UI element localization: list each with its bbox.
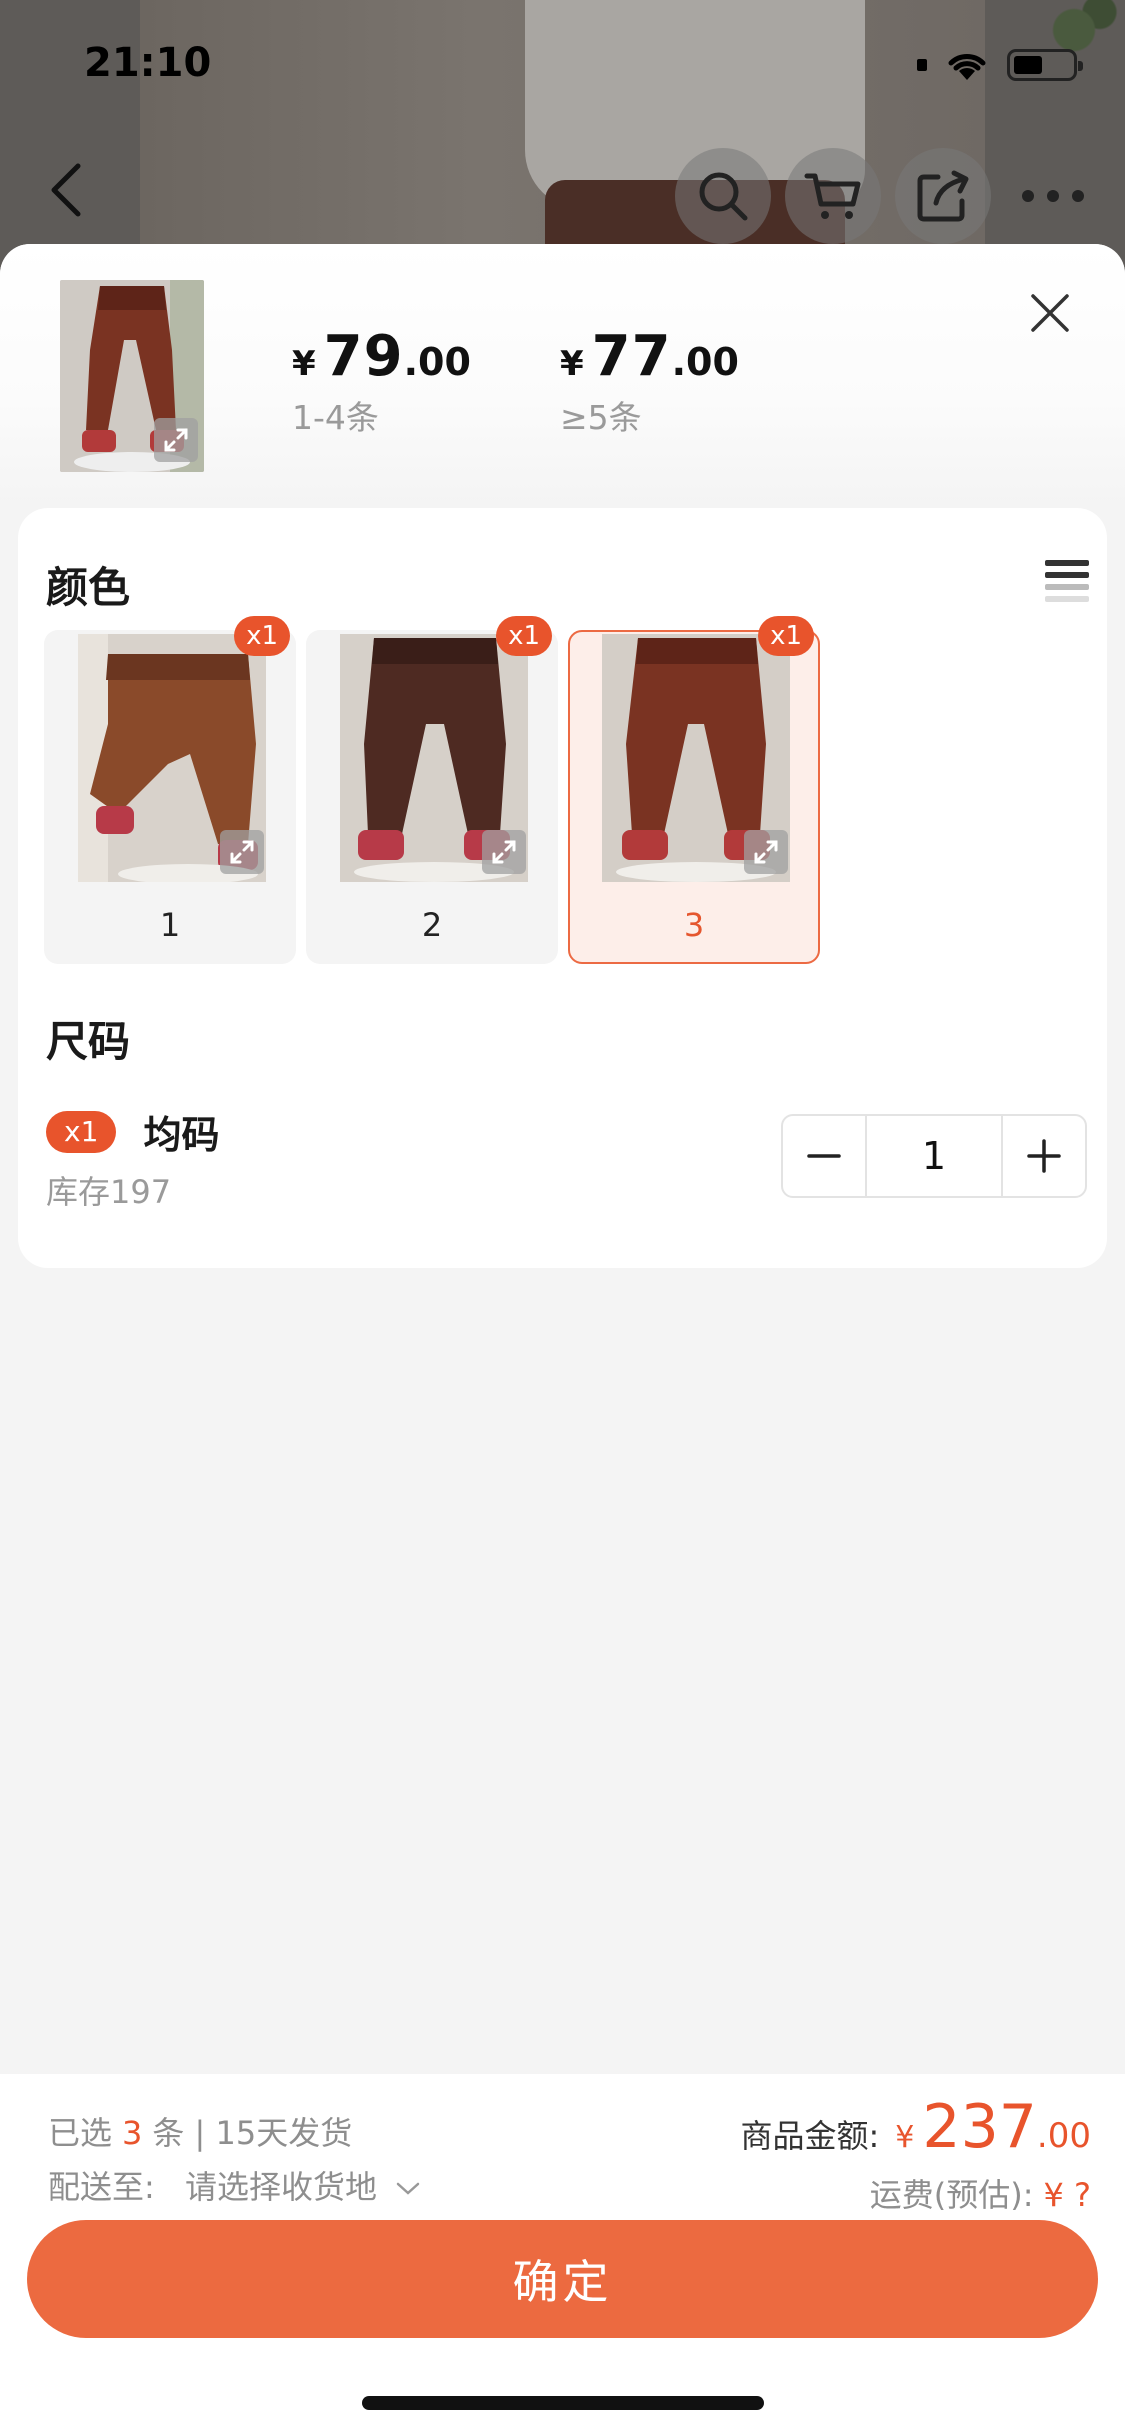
list-view-icon-line — [1045, 584, 1089, 590]
screen: 21:10 ¥ 79 .00 1-4条 ¥ 77 .00 ≥5条 颜色 x1 1… — [0, 0, 1125, 2436]
status-icons — [917, 48, 1083, 82]
color-section-title: 颜色 — [46, 563, 131, 612]
size-option: x1 均码 库存197 — [46, 1104, 220, 1213]
more-icon — [1022, 190, 1084, 202]
chevron-down-icon — [396, 2182, 420, 2195]
shipping-label: 运费(预估): — [869, 2176, 1034, 2214]
price-integer: 77 — [591, 324, 672, 389]
stock-count: 库存197 — [46, 1173, 172, 1211]
amount-currency: ¥ — [895, 2120, 915, 2155]
quantity-badge: x1 — [46, 1110, 117, 1153]
color-option-2[interactable]: x1 2 — [306, 616, 558, 964]
search-icon — [699, 172, 748, 221]
expand-image-button[interactable] — [154, 418, 198, 462]
color-option-image — [602, 634, 790, 882]
price-integer: 79 — [323, 324, 404, 389]
size-option-header: x1 均码 — [46, 1104, 220, 1159]
price-tier-1-range: 1-4条 — [292, 398, 379, 437]
amount-summary: 商品金额: ¥ 237 .00 运费(预估): ¥ ? — [741, 2092, 1092, 2216]
confirm-button[interactable]: 确定 — [27, 2220, 1098, 2338]
selected-prefix: 已选 — [48, 2114, 113, 2152]
expand-icon — [754, 840, 778, 864]
color-option-image — [340, 634, 528, 882]
signal-icon — [917, 59, 927, 71]
amount-row: 商品金额: ¥ 237 .00 — [741, 2092, 1092, 2162]
wifi-icon — [948, 54, 986, 80]
background-product-page: 21:10 — [0, 0, 1125, 280]
expand-icon — [492, 840, 516, 864]
delivery-label: 配送至: — [48, 2168, 155, 2206]
quantity-badge: x1 — [496, 616, 552, 656]
battery-icon — [1007, 49, 1083, 81]
selected-count: 3 — [122, 2114, 143, 2152]
close-icon[interactable] — [1025, 288, 1075, 338]
currency-symbol: ¥ — [560, 344, 584, 384]
cart-button[interactable] — [785, 148, 881, 244]
quantity-value[interactable]: 1 — [865, 1116, 1003, 1196]
share-button[interactable] — [895, 148, 991, 244]
price-tier-2-amount: ¥ 77 .00 — [560, 324, 739, 389]
color-option-label: 2 — [421, 906, 443, 944]
price-tier-1: ¥ 79 .00 1-4条 — [292, 324, 471, 439]
list-view-icon-line — [1045, 596, 1089, 602]
color-option-label: 3 — [683, 906, 705, 944]
quantity-badge: x1 — [758, 616, 814, 656]
back-icon[interactable] — [42, 160, 92, 220]
product-thumbnail[interactable] — [60, 280, 204, 472]
shipping-value: ¥ ? — [1043, 2176, 1091, 2214]
list-view-toggle[interactable] — [1045, 560, 1089, 604]
options-card: 颜色 x1 1 x1 2 x1 3 尺码 x1 均码 库存197 1 — [18, 508, 1107, 1268]
color-option-1[interactable]: x1 1 — [44, 616, 296, 964]
price-tier-2-range: ≥5条 — [560, 398, 642, 437]
price-tier-2: ¥ 77 .00 ≥5条 — [560, 324, 739, 439]
size-section-title: 尺码 — [46, 1017, 131, 1066]
selected-summary: 已选 3 条 | 15天发货 — [48, 2106, 421, 2160]
expand-image-button[interactable] — [220, 830, 264, 874]
expand-icon — [164, 428, 188, 452]
expand-icon — [230, 840, 254, 864]
selection-summary: 已选 3 条 | 15天发货 配送至: 请选择收货地 — [48, 2106, 421, 2214]
color-option-label: 1 — [159, 906, 181, 944]
quantity-stepper: 1 — [781, 1114, 1087, 1198]
increment-button[interactable] — [1003, 1116, 1085, 1196]
decrement-button[interactable] — [783, 1116, 865, 1196]
color-option-image — [78, 634, 266, 882]
color-options: x1 1 x1 2 x1 3 — [44, 616, 820, 964]
sheet-header: ¥ 79 .00 1-4条 ¥ 77 .00 ≥5条 — [0, 244, 1125, 508]
expand-image-button[interactable] — [482, 830, 526, 874]
amount-label: 商品金额: — [740, 2117, 880, 2155]
list-view-icon-line — [1045, 572, 1089, 578]
selected-suffix: 条 | 15天发货 — [152, 2114, 353, 2152]
list-view-icon — [1045, 560, 1089, 566]
cart-icon — [804, 173, 861, 219]
expand-image-button[interactable] — [744, 830, 788, 874]
currency-symbol: ¥ — [292, 344, 316, 384]
home-indicator — [362, 2396, 764, 2410]
price-decimal: .00 — [671, 340, 739, 384]
quantity-badge: x1 — [234, 616, 290, 656]
plus-icon — [1027, 1139, 1061, 1173]
price-decimal: .00 — [403, 340, 471, 384]
minus-icon — [807, 1154, 841, 1158]
shipping-row: 运费(预估): ¥ ? — [741, 2170, 1091, 2216]
share-icon — [917, 170, 969, 222]
more-button[interactable] — [1005, 148, 1101, 244]
color-option-3[interactable]: x1 3 — [568, 616, 820, 964]
size-name: 均码 — [143, 1113, 220, 1157]
status-time: 21:10 — [84, 40, 212, 86]
price-tier-1-amount: ¥ 79 .00 — [292, 324, 471, 389]
amount-integer: 237 — [922, 2092, 1037, 2162]
search-button[interactable] — [675, 148, 771, 244]
nav-actions — [675, 148, 1101, 244]
delivery-value[interactable]: 请选择收货地 — [185, 2168, 377, 2206]
delivery-row[interactable]: 配送至: 请选择收货地 — [48, 2160, 421, 2214]
amount-decimal: .00 — [1036, 2116, 1091, 2156]
order-footer: 已选 3 条 | 15天发货 配送至: 请选择收货地 商品金额: ¥ 237 .00… — [0, 2074, 1125, 2436]
